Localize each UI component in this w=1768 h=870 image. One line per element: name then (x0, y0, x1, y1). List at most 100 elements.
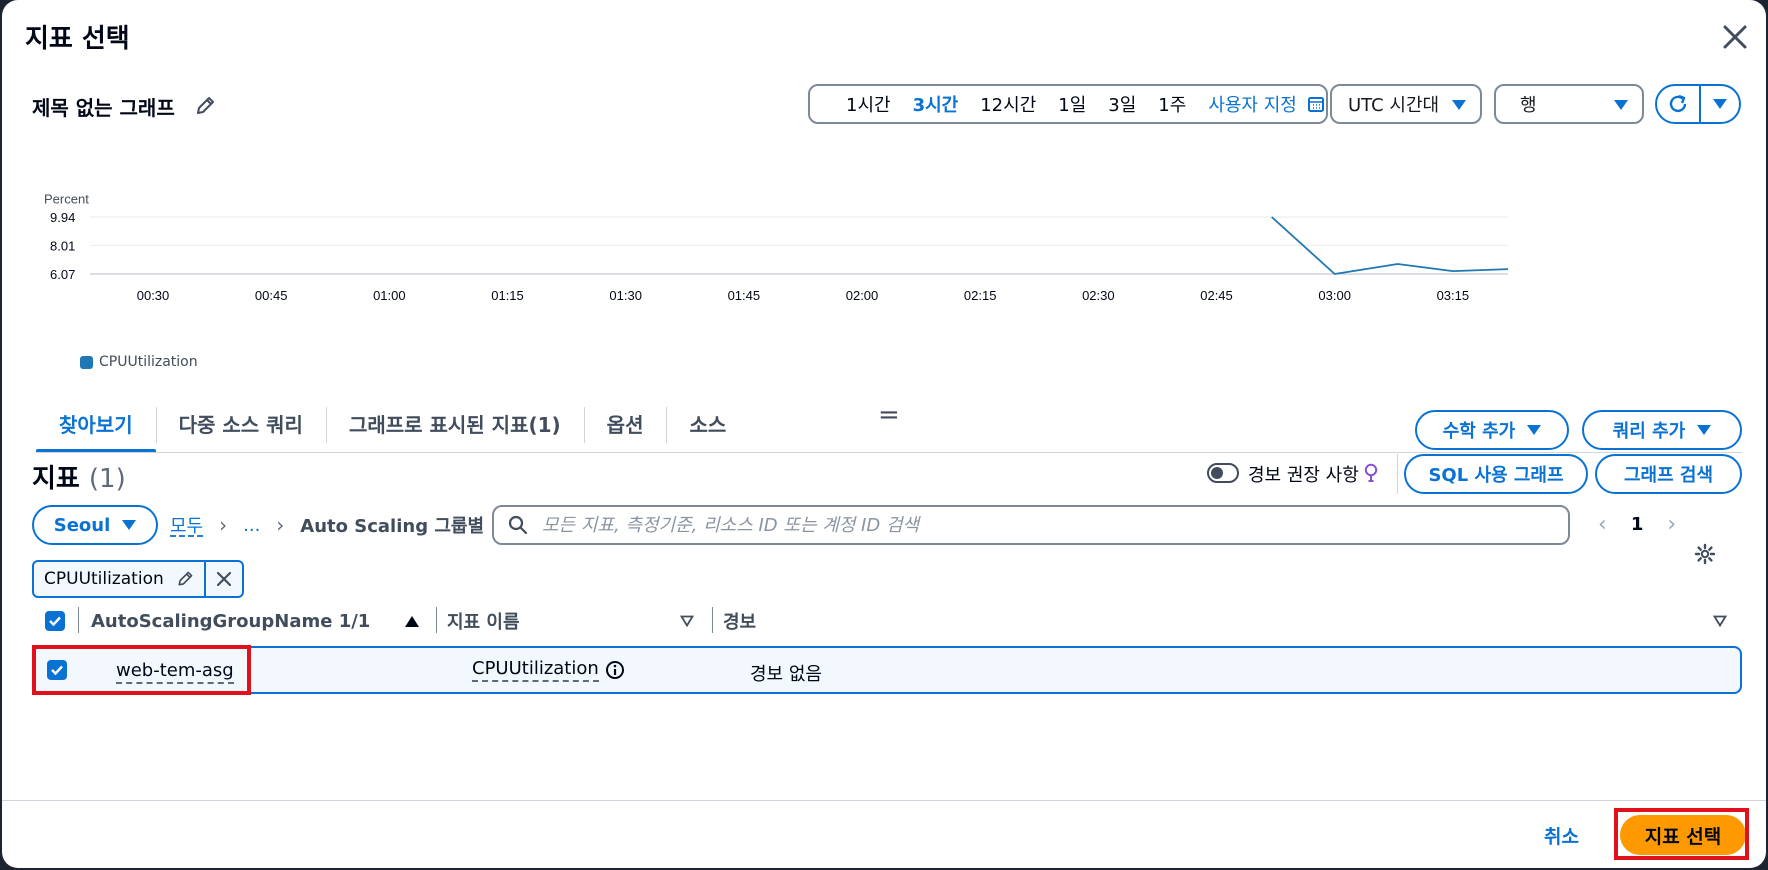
graph-search-button[interactable]: 그래프 검색 (1595, 454, 1742, 494)
time-option-custom[interactable]: 사용자 지정 (1208, 91, 1297, 117)
column-header-alarm[interactable]: 경보 (723, 606, 756, 636)
edit-pencil-icon[interactable] (176, 570, 194, 588)
tab-source[interactable]: 소스 (666, 405, 749, 453)
search-input[interactable] (542, 514, 1522, 536)
next-page-icon[interactable]: › (1667, 512, 1676, 537)
sql-graph-button[interactable]: SQL 사용 그래프 (1404, 454, 1588, 494)
alarm-cell: 경보 없음 (750, 664, 822, 685)
footer-divider (2, 800, 1766, 801)
column-divider (712, 607, 713, 633)
y-axis-label: Percent (44, 192, 89, 207)
add-query-button[interactable]: 쿼리 추가 (1582, 410, 1742, 450)
refresh-button[interactable] (1657, 86, 1701, 122)
breadcrumb-ellipsis[interactable]: ... (243, 515, 260, 536)
alarm-recommendations-label: 경보 권장 사항 (1248, 465, 1359, 486)
divider (1397, 454, 1398, 494)
checkbox[interactable] (45, 611, 65, 631)
time-range-selector: 1시간 3시간 12시간 1일 3일 1주 사용자 지정 (808, 84, 1328, 124)
metrics-heading: 지표 (1) (32, 458, 126, 495)
time-option-3h[interactable]: 3시간 (913, 91, 959, 117)
info-icon[interactable] (605, 660, 625, 680)
x-tick-label: 00:45 (255, 288, 288, 303)
metric-name-text[interactable]: CPUUtilization (472, 658, 599, 682)
x-tick-label: 01:45 (728, 288, 761, 303)
metric-name-cell: CPUUtilization (472, 658, 625, 682)
previous-page-icon[interactable]: ‹ (1598, 512, 1607, 537)
x-tick-label: 01:00 (373, 288, 406, 303)
y-tick-label: 8.01 (50, 238, 75, 253)
chevron-down-icon (1697, 425, 1712, 435)
refresh-icon (1669, 94, 1687, 113)
breadcrumb-current: Auto Scaling 그룹별 (300, 516, 485, 537)
tab-browse[interactable]: 찾아보기 (36, 405, 156, 453)
breadcrumb-all[interactable]: 모두 (170, 512, 203, 538)
column-divider (78, 607, 79, 633)
column-header-metric-name[interactable]: 지표 이름 (447, 606, 520, 636)
table-row[interactable]: web-tem-asg CPUUtilization 경보 없음 (32, 646, 1742, 694)
lightbulb-icon (1364, 463, 1378, 482)
gear-icon[interactable] (1694, 543, 1716, 565)
view-select[interactable]: 행 (1494, 84, 1644, 124)
breadcrumb: 모두 › ... › Auto Scaling 그룹별 (170, 512, 484, 538)
alarm-recommendations-toggle[interactable] (1207, 463, 1239, 483)
chevron-down-icon (1614, 100, 1628, 110)
sort-ascending-icon[interactable] (405, 606, 419, 636)
cancel-button[interactable]: 취소 (1544, 822, 1579, 849)
graph-title: 제목 없는 그래프 (32, 96, 175, 120)
filter-token: CPUUtilization (32, 560, 244, 598)
time-option-1d[interactable]: 1일 (1058, 91, 1086, 117)
x-tick-label: 02:15 (964, 288, 997, 303)
search-icon (508, 515, 528, 535)
select-all-checkbox[interactable] (45, 606, 65, 636)
chevron-right-icon: › (219, 513, 228, 537)
x-tick-label: 02:45 (1200, 288, 1233, 303)
resize-handle-icon[interactable]: = (878, 400, 900, 430)
x-tick-label: 02:00 (846, 288, 879, 303)
tab-graphed-metrics[interactable]: 그래프로 표시된 지표(1) (325, 405, 584, 453)
close-icon[interactable] (1720, 22, 1750, 52)
x-tick-label: 03:00 (1318, 288, 1351, 303)
timezone-select[interactable]: UTC 시간대 (1330, 84, 1482, 124)
view-value: 행 (1520, 95, 1537, 116)
add-math-label: 수학 추가 (1442, 421, 1516, 442)
region-select[interactable]: Seoul (32, 505, 158, 545)
legend-label: CPUUtilization (99, 354, 198, 370)
highlight-box (1614, 808, 1749, 860)
tab-bar: 찾아보기 다중 소스 쿼리 그래프로 표시된 지표(1) 옵션 소스 (36, 405, 749, 453)
time-option-1h[interactable]: 1시간 (846, 91, 891, 117)
add-math-button[interactable]: 수학 추가 (1415, 410, 1569, 450)
sort-icon[interactable] (680, 606, 694, 636)
y-tick-label: 9.94 (50, 210, 75, 225)
time-option-12h[interactable]: 12시간 (980, 91, 1036, 117)
tab-multi-source-query[interactable]: 다중 소스 쿼리 (155, 405, 326, 453)
checkmark-icon (49, 616, 61, 627)
sort-icon[interactable] (1713, 606, 1727, 636)
chevron-down-icon (122, 520, 137, 530)
current-page[interactable]: 1 (1631, 514, 1644, 535)
chart-legend[interactable]: CPUUtilization (80, 354, 198, 370)
remove-filter-button[interactable] (206, 562, 242, 596)
metric-line-chart: Percent 9.94 8.01 6.07 00:30 00:45 01:00 01:15 0… (44, 192, 1509, 303)
refresh-options-button[interactable] (1701, 86, 1739, 122)
edit-pencil-icon[interactable] (194, 95, 216, 117)
time-option-3d[interactable]: 3일 (1108, 91, 1136, 117)
highlight-box (32, 645, 251, 695)
filter-token-label[interactable]: CPUUtilization (34, 562, 206, 596)
region-value: Seoul (53, 514, 111, 536)
y-tick-label: 6.07 (50, 267, 75, 282)
timezone-value: UTC 시간대 (1348, 95, 1440, 116)
tab-options[interactable]: 옵션 (583, 405, 667, 453)
time-option-1w[interactable]: 1주 (1158, 91, 1186, 117)
calendar-icon[interactable] (1307, 95, 1325, 113)
close-icon (216, 571, 231, 587)
add-query-label: 쿼리 추가 (1612, 421, 1686, 442)
filter-token-text: CPUUtilization (44, 569, 164, 589)
refresh-control (1655, 84, 1741, 124)
column-header-group-name[interactable]: AutoScalingGroupName 1/1 (91, 606, 370, 636)
chevron-down-icon (1452, 100, 1466, 110)
chevron-down-icon (1713, 99, 1727, 109)
column-divider (436, 607, 437, 633)
chevron-right-icon: › (276, 513, 285, 537)
x-tick-label: 01:30 (609, 288, 642, 303)
x-tick-label: 01:15 (491, 288, 524, 303)
